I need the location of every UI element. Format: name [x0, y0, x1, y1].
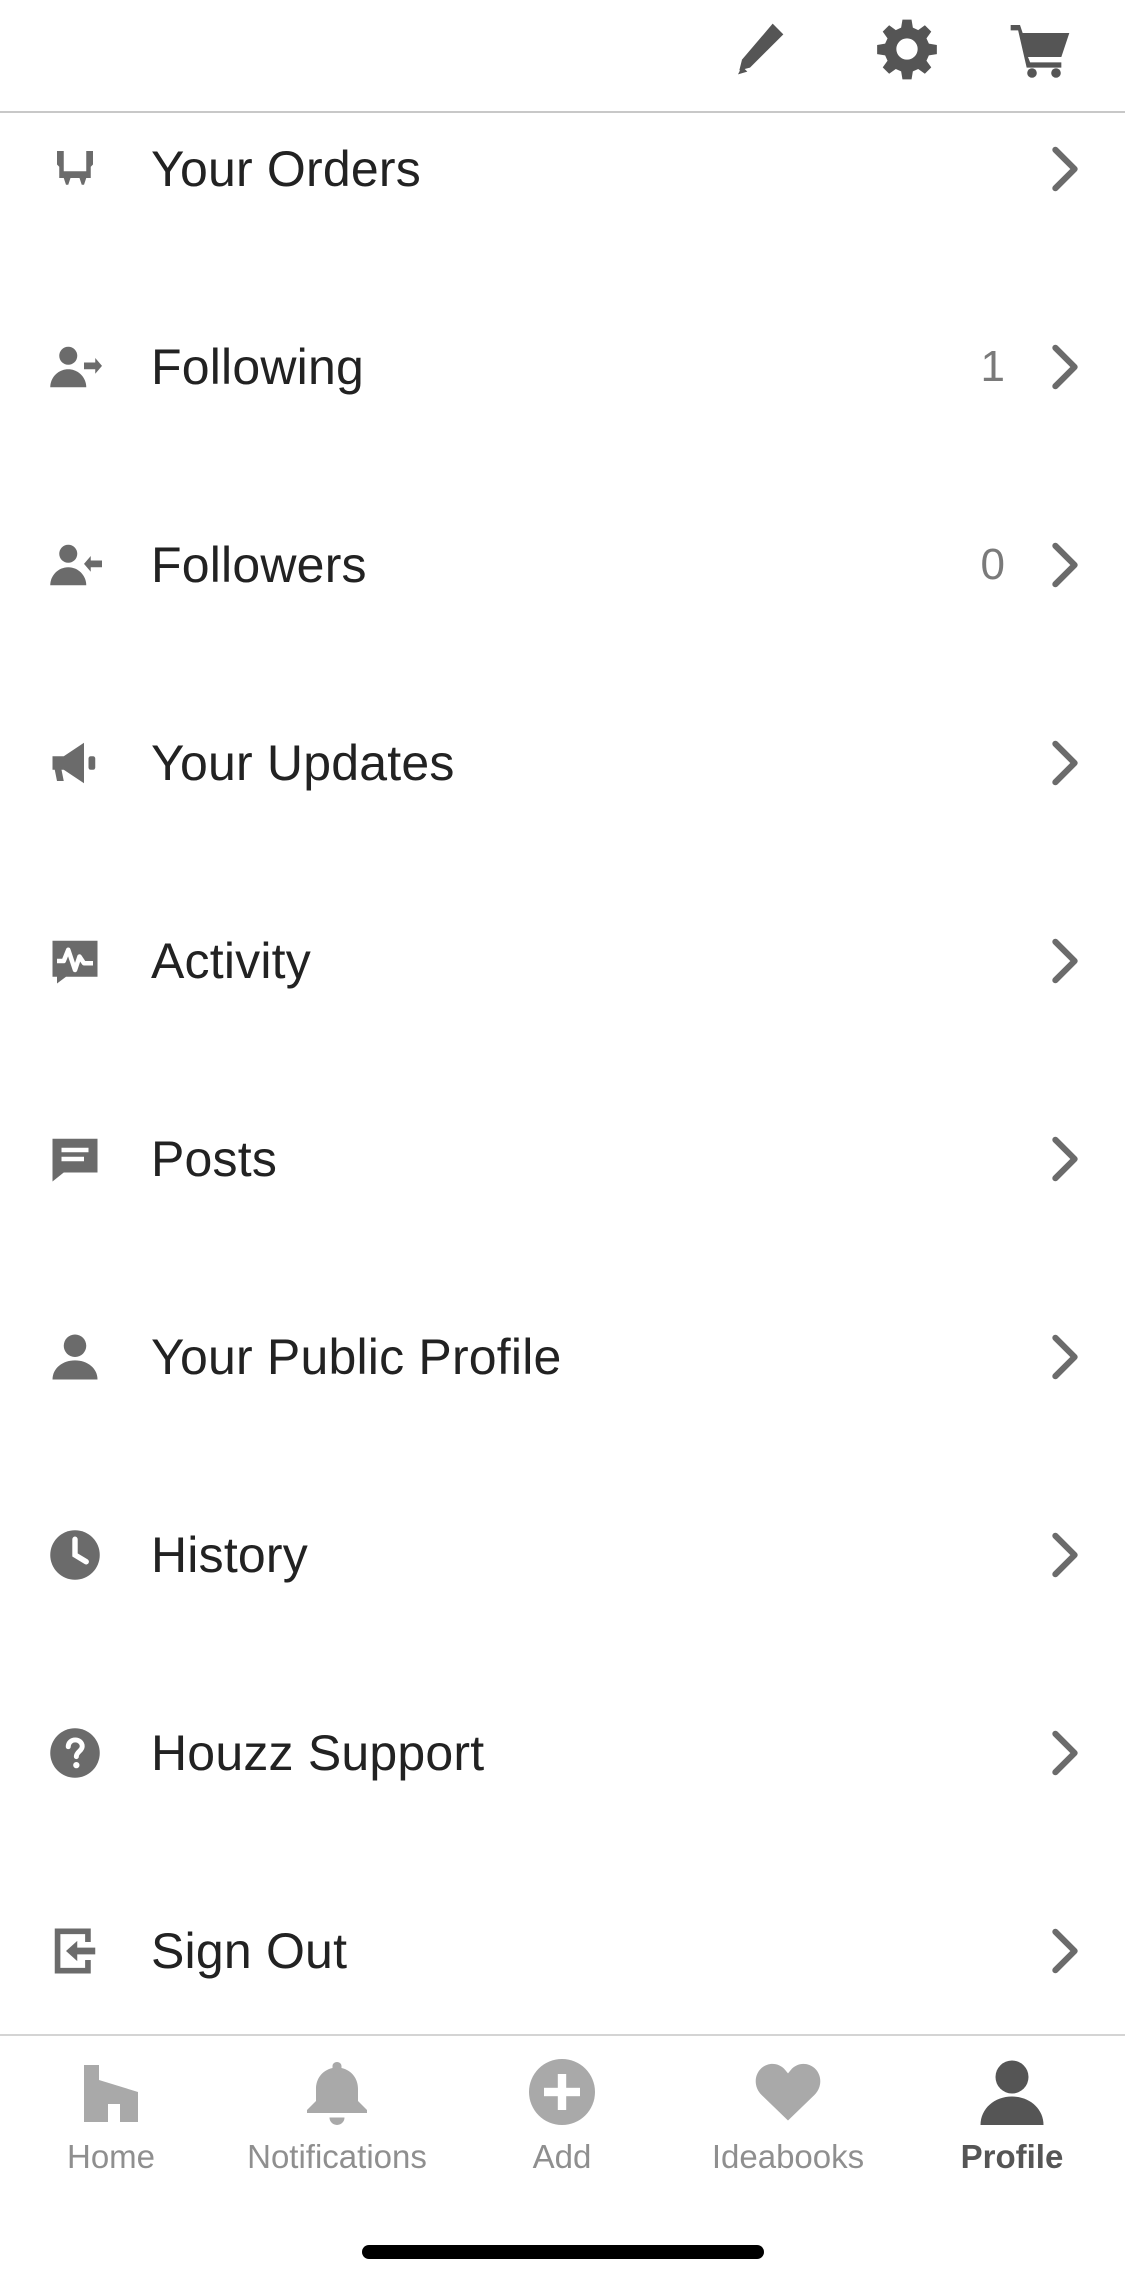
menu-item-label: Following: [151, 339, 365, 395]
tab-label: Add: [532, 2138, 592, 2175]
chevron-right-icon: [1047, 1332, 1083, 1382]
menu-item-posts[interactable]: Posts: [0, 1060, 1125, 1258]
menu-item-label: Your Public Profile: [151, 1329, 562, 1385]
menu-item-followers[interactable]: Followers 0: [0, 466, 1125, 664]
menu-item-your-updates[interactable]: Your Updates: [0, 664, 1125, 862]
followers-count: 0: [980, 540, 1005, 589]
house-icon: [75, 2056, 147, 2128]
tab-profile[interactable]: Profile: [902, 2056, 1122, 2206]
heart-icon: [752, 2056, 824, 2128]
profile-screen: Your Orders Following 1 Followers 0 Your…: [0, 0, 1125, 2284]
home-indicator: [362, 2245, 764, 2259]
menu-item-houzz-support[interactable]: Houzz Support: [0, 1654, 1125, 1852]
person-icon: [976, 2056, 1048, 2128]
chevron-right-icon: [1047, 1134, 1083, 1184]
menu-item-label: Your Orders: [151, 141, 421, 197]
menu-item-public-profile[interactable]: Your Public Profile: [0, 1258, 1125, 1456]
plus-circle-icon: [526, 2056, 598, 2128]
chevron-right-icon: [1047, 1728, 1083, 1778]
top-bar: [0, 0, 1125, 113]
clock-icon: [48, 1528, 102, 1582]
chevron-right-icon: [1047, 342, 1083, 392]
tab-label: Ideabooks: [711, 2138, 865, 2175]
menu-item-history[interactable]: History: [0, 1456, 1125, 1654]
tab-add[interactable]: Add: [452, 2056, 672, 2206]
chat-bubble-icon: [48, 1132, 102, 1186]
chevron-right-icon: [1047, 540, 1083, 590]
question-circle-icon: [48, 1726, 102, 1780]
activity-pulse-icon: [48, 934, 102, 988]
cart-icon[interactable]: [1005, 14, 1075, 84]
sign-out-icon: [48, 1924, 102, 1978]
person-arrow-right-icon: [48, 340, 102, 394]
following-count: 1: [980, 342, 1005, 391]
person-arrow-left-icon: [48, 538, 102, 592]
chevron-right-icon: [1047, 1926, 1083, 1976]
chevron-right-icon: [1047, 936, 1083, 986]
tab-label: Notifications: [247, 2138, 427, 2175]
chevron-right-icon: [1047, 144, 1083, 194]
tab-home[interactable]: Home: [1, 2056, 221, 2206]
menu-item-sign-out[interactable]: Sign Out: [0, 1852, 1125, 2050]
menu-item-label: History: [151, 1527, 308, 1583]
menu-item-label: Followers: [151, 537, 367, 593]
tab-label: Home: [66, 2138, 156, 2175]
tab-ideabooks[interactable]: Ideabooks: [678, 2056, 898, 2206]
megaphone-icon: [48, 736, 102, 790]
chevron-right-icon: [1047, 1530, 1083, 1580]
armchair-icon: [48, 142, 102, 196]
menu-item-following[interactable]: Following 1: [0, 268, 1125, 466]
bell-icon: [301, 2056, 373, 2128]
menu-item-label: Activity: [151, 933, 311, 989]
menu-item-label: Houzz Support: [151, 1725, 485, 1781]
person-icon: [48, 1330, 102, 1384]
chevron-right-icon: [1047, 738, 1083, 788]
menu-item-activity[interactable]: Activity: [0, 862, 1125, 1060]
menu-item-label: Sign Out: [151, 1923, 348, 1979]
tab-label: Profile: [960, 2138, 1064, 2175]
menu-item-label: Your Updates: [151, 735, 455, 791]
pencil-icon[interactable]: [723, 14, 793, 84]
menu-item-label: Posts: [151, 1131, 278, 1187]
gear-icon[interactable]: [872, 14, 942, 84]
tab-notifications[interactable]: Notifications: [227, 2056, 447, 2206]
